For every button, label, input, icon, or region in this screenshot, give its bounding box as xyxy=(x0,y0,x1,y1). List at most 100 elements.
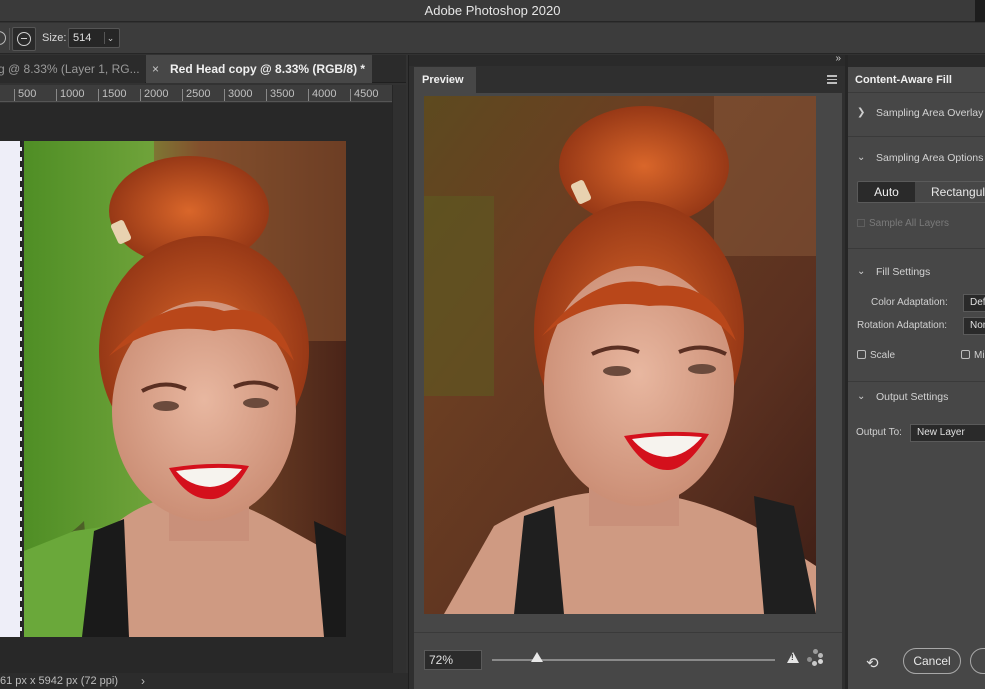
document-canvas[interactable] xyxy=(0,103,392,673)
output-to-label: Output To: xyxy=(856,427,902,438)
chevron-down-icon[interactable]: ⌄ xyxy=(104,32,116,44)
ruler-label: 4500 xyxy=(354,88,379,100)
chevron-right-icon[interactable]: ❯ xyxy=(857,107,865,118)
section-divider xyxy=(848,381,985,382)
section-title: Sampling Area Overlay xyxy=(876,107,984,119)
warning-icon[interactable] xyxy=(787,652,799,663)
content-aware-fill-panel: Content-Aware Fill ❯ Sampling Area Overl… xyxy=(848,55,985,689)
preview-panel: » Preview 72% ! xyxy=(408,53,846,689)
tab-preview[interactable]: Preview xyxy=(414,67,476,93)
section-sampling-area-overlay[interactable]: ❯ Sampling Area Overlay xyxy=(848,107,985,121)
sampling-mode-toggle: Auto Rectangular xyxy=(857,181,985,203)
chevron-down-icon[interactable]: ⌄ xyxy=(857,152,865,163)
photo-illustration xyxy=(24,141,346,637)
selection-area[interactable] xyxy=(0,141,22,637)
section-divider xyxy=(848,248,985,249)
tab-label: g @ 8.33% (Layer 1, RG... xyxy=(0,62,140,76)
section-fill-settings[interactable]: ⌄ Fill Settings xyxy=(848,266,985,280)
zoom-slider-thumb[interactable] xyxy=(531,652,544,662)
chevron-down-icon[interactable]: ⌄ xyxy=(857,266,865,277)
ruler-tick xyxy=(98,89,99,101)
color-adaptation-label: Color Adaptation: xyxy=(871,297,948,308)
rotation-adaptation-dropdown[interactable]: None xyxy=(963,317,985,335)
section-title: Fill Settings xyxy=(876,266,931,278)
document-tabs: g @ 8.33% (Layer 1, RG... × Red Head cop… xyxy=(0,55,406,83)
checkbox-label: Scale xyxy=(870,350,896,361)
section-title: Sampling Area Options xyxy=(876,152,984,164)
horizontal-ruler: 500 1000 1500 2000 2500 3000 3500 4000 4… xyxy=(0,85,392,102)
ruler-label: 4000 xyxy=(312,88,337,100)
section-divider xyxy=(848,136,985,137)
checkbox-label: Sample All Layers xyxy=(869,218,950,229)
spinner-dot xyxy=(818,659,823,664)
window-control[interactable] xyxy=(975,0,985,22)
preview-image xyxy=(424,96,816,614)
section-output-settings[interactable]: ⌄ Output Settings xyxy=(848,391,985,405)
document-dimensions: 61 px x 5942 px (72 ppi) xyxy=(0,675,119,687)
ruler-label: 3000 xyxy=(228,88,253,100)
busy-spinner-icon xyxy=(804,647,826,669)
tab-layer-document[interactable]: g @ 8.33% (Layer 1, RG... xyxy=(0,55,145,83)
panel-header-strip xyxy=(409,55,846,66)
minus-icon xyxy=(21,38,27,39)
checkbox-icon xyxy=(857,219,865,227)
scale-checkbox[interactable]: Scale xyxy=(857,350,895,361)
brush-preset-icon[interactable] xyxy=(0,31,6,45)
zoom-input[interactable]: 72% xyxy=(424,650,482,670)
sampling-auto-button[interactable]: Auto xyxy=(858,182,915,202)
title-bar: Adobe Photoshop 2020 xyxy=(0,0,985,22)
ok-button[interactable] xyxy=(970,648,985,674)
minus-circle-icon xyxy=(17,32,31,46)
checkbox-label: Mirror xyxy=(974,350,985,361)
mirror-checkbox[interactable]: Mirror xyxy=(961,350,985,361)
tab-content-aware-fill[interactable]: Content-Aware Fill xyxy=(848,67,985,93)
document-photo[interactable] xyxy=(24,141,346,637)
tab-label: Red Head copy @ 8.33% (RGB/8) * xyxy=(170,62,366,76)
tab-red-head-copy[interactable]: × Red Head copy @ 8.33% (RGB/8) * xyxy=(146,55,372,83)
size-field[interactable]: 514 ⌄ xyxy=(68,28,120,48)
ruler-tick xyxy=(350,89,351,101)
sampling-rectangular-button[interactable]: Rectangular xyxy=(916,182,985,202)
panel-menu-icon[interactable] xyxy=(827,75,837,84)
preview-viewport[interactable] xyxy=(414,93,842,632)
color-adaptation-dropdown[interactable]: Default xyxy=(963,294,985,312)
spinner-dot xyxy=(813,649,818,654)
panel-actions: ⟲ Cancel xyxy=(848,640,985,689)
section-sampling-area-options[interactable]: ⌄ Sampling Area Options xyxy=(848,152,985,166)
ruler-label: 500 xyxy=(18,88,37,100)
subtract-brush-mode-button[interactable] xyxy=(12,27,36,51)
preview-footer: 72% xyxy=(414,632,842,689)
ruler-tick xyxy=(224,89,225,101)
close-icon[interactable]: × xyxy=(152,55,159,83)
ruler-label: 1500 xyxy=(102,88,127,100)
ruler-label: 3500 xyxy=(270,88,295,100)
checkbox-icon xyxy=(961,350,970,359)
panel-header-strip xyxy=(848,55,985,67)
ruler-tick xyxy=(14,89,15,101)
app-title: Adobe Photoshop 2020 xyxy=(424,3,561,18)
ruler-tick xyxy=(308,89,309,101)
spinner-dot xyxy=(818,653,823,658)
ruler-label: 1000 xyxy=(60,88,85,100)
ruler-tick xyxy=(182,89,183,101)
preview-illustration xyxy=(424,96,816,614)
options-divider xyxy=(9,28,10,50)
size-value: 514 xyxy=(73,32,92,44)
canvas-scrollbar[interactable] xyxy=(392,85,406,673)
ruler-tick xyxy=(266,89,267,101)
chevron-down-icon[interactable]: ⌄ xyxy=(857,391,865,402)
output-to-dropdown[interactable]: New Layer xyxy=(910,424,985,442)
cancel-button[interactable]: Cancel xyxy=(903,648,961,674)
chevron-right-icon[interactable]: › xyxy=(141,674,145,688)
ruler-tick xyxy=(140,89,141,101)
options-bar: Size: 514 ⌄ xyxy=(0,23,985,54)
sample-all-layers-checkbox[interactable]: Sample All Layers xyxy=(857,218,949,229)
ruler-label: 2000 xyxy=(144,88,169,100)
rotation-adaptation-label: Rotation Adaptation: xyxy=(857,320,948,331)
checkbox-icon xyxy=(857,350,866,359)
reset-icon[interactable]: ⟲ xyxy=(866,655,883,672)
status-bar: 61 px x 5942 px (72 ppi) › xyxy=(0,673,408,689)
spinner-dot xyxy=(807,657,812,662)
spinner-dot xyxy=(812,661,817,666)
collapse-panels-icon[interactable]: » xyxy=(835,53,841,64)
